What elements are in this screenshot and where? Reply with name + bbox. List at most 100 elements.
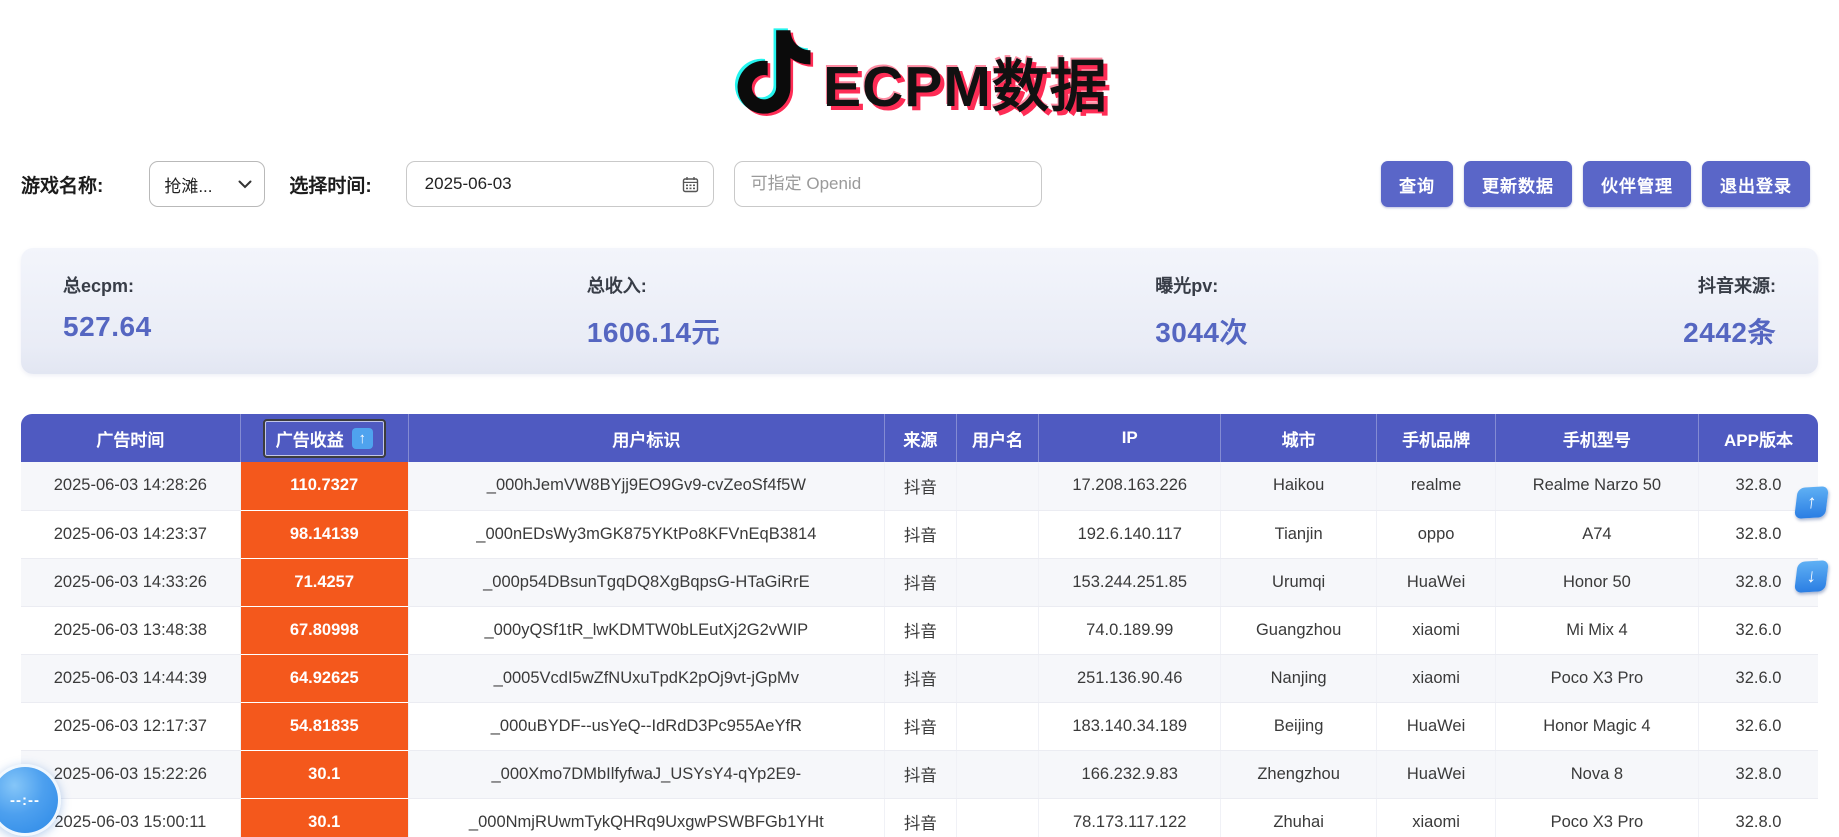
date-picker-input[interactable]: 2025-06-03 <box>406 161 714 207</box>
revenue-sort-button[interactable]: 广告收益 ↑ <box>263 419 386 458</box>
cell-model: Realme Narzo 50 <box>1495 462 1698 510</box>
cell-model: Poco X3 Pro <box>1495 798 1698 837</box>
cell-model: Honor Magic 4 <box>1495 702 1698 750</box>
cell-username <box>956 702 1039 750</box>
cell-revenue: 71.4257 <box>240 558 408 606</box>
cell-time: 2025-06-03 14:28:26 <box>21 462 240 510</box>
table-row: 2025-06-03 14:44:3964.92625_0005VcdI5wZf… <box>21 654 1818 702</box>
cell-openid: _000nEDsWy3mGK875YKtPo8KFVnEqB3814 <box>408 510 884 558</box>
stat-label: 曝光pv: <box>1155 272 1248 298</box>
cell-model: Mi Mix 4 <box>1495 606 1698 654</box>
cell-revenue: 98.14139 <box>240 510 408 558</box>
cell-brand: xiaomi <box>1377 606 1496 654</box>
cell-source: 抖音 <box>884 462 956 510</box>
scroll-up-button[interactable]: ↑ <box>1794 486 1829 519</box>
cell-city: Nanjing <box>1220 654 1376 702</box>
cell-username <box>956 798 1039 837</box>
game-select-value: 抢滩... <box>164 172 212 197</box>
partner-manage-button[interactable]: 伙伴管理 <box>1583 161 1691 207</box>
time-label: 选择时间: <box>289 171 371 198</box>
ecpm-table: 广告时间 广告收益 ↑ 用户标识 来源 用户名 IP 城市 手机品牌 手机型号 … <box>21 414 1818 837</box>
date-value: 2025-06-03 <box>425 174 512 194</box>
calendar-icon <box>682 176 699 193</box>
cell-city: Zhuhai <box>1220 798 1376 837</box>
openid-input[interactable] <box>734 161 1042 207</box>
cell-openid: _000Xmo7DMbIlfyfwaJ_USYsY4-qYp2E9- <box>408 750 884 798</box>
query-button[interactable]: 查询 <box>1381 161 1453 207</box>
stat-label: 总ecpm: <box>63 272 152 298</box>
page-header: ECPM数据 <box>0 0 1839 138</box>
col-header-brand: 手机品牌 <box>1377 414 1496 462</box>
stat-value: 3044次 <box>1155 311 1248 351</box>
cell-version: 32.6.0 <box>1698 654 1818 702</box>
cell-model: Honor 50 <box>1495 558 1698 606</box>
scroll-down-button[interactable]: ↓ <box>1794 560 1829 593</box>
cell-revenue: 67.80998 <box>240 606 408 654</box>
cell-model: Nova 8 <box>1495 750 1698 798</box>
logout-button[interactable]: 退出登录 <box>1702 161 1810 207</box>
cell-brand: HuaWei <box>1377 558 1496 606</box>
cell-model: Poco X3 Pro <box>1495 654 1698 702</box>
cell-time: 2025-06-03 14:23:37 <box>21 510 240 558</box>
cell-city: Zhengzhou <box>1220 750 1376 798</box>
sort-up-arrow-icon: ↑ <box>352 428 373 449</box>
cell-openid: _000NmjRUwmTykQHRq9UxgwPSWBFGb1YHt <box>408 798 884 837</box>
cell-revenue: 30.1 <box>240 798 408 837</box>
cell-ip: 17.208.163.226 <box>1039 462 1220 510</box>
cell-brand: xiaomi <box>1377 654 1496 702</box>
cell-city: Beijing <box>1220 702 1376 750</box>
cell-time: 2025-06-03 12:17:37 <box>21 702 240 750</box>
action-buttons: 查询 更新数据 伙伴管理 退出登录 <box>1381 161 1810 207</box>
cell-revenue: 64.92625 <box>240 654 408 702</box>
col-header-city: 城市 <box>1220 414 1376 462</box>
tiktok-note-icon <box>731 16 817 128</box>
cell-ip: 251.136.90.46 <box>1039 654 1220 702</box>
cell-city: Tianjin <box>1220 510 1376 558</box>
page-title: ECPM数据 <box>823 41 1108 123</box>
cell-brand: HuaWei <box>1377 750 1496 798</box>
cell-openid: _000yQSf1tR_lwKDMTW0bLEutXj2G2vWIP <box>408 606 884 654</box>
stat-total-ecpm: 总ecpm: 527.64 <box>63 272 152 374</box>
table-row: 2025-06-03 12:17:3754.81835_000uBYDF--us… <box>21 702 1818 750</box>
update-data-button[interactable]: 更新数据 <box>1464 161 1572 207</box>
cell-time: 2025-06-03 14:44:39 <box>21 654 240 702</box>
cell-city: Urumqi <box>1220 558 1376 606</box>
table-body: 2025-06-03 14:28:26110.7327_000hJemVW8BY… <box>21 462 1818 837</box>
cell-time: 2025-06-03 14:33:26 <box>21 558 240 606</box>
cell-revenue: 54.81835 <box>240 702 408 750</box>
chevron-down-icon <box>238 180 252 189</box>
cell-version: 32.6.0 <box>1698 702 1818 750</box>
revenue-sort-label: 广告收益 <box>276 426 344 451</box>
cell-username <box>956 510 1039 558</box>
cell-ip: 192.6.140.117 <box>1039 510 1220 558</box>
col-header-openid: 用户标识 <box>408 414 884 462</box>
cell-ip: 183.140.34.189 <box>1039 702 1220 750</box>
cell-source: 抖音 <box>884 510 956 558</box>
cell-model: A74 <box>1495 510 1698 558</box>
cell-city: Haikou <box>1220 462 1376 510</box>
col-header-source: 来源 <box>884 414 956 462</box>
table-row: 2025-06-03 15:00:1130.1_000NmjRUwmTykQHR… <box>21 798 1818 837</box>
cell-brand: xiaomi <box>1377 798 1496 837</box>
cell-ip: 78.173.117.122 <box>1039 798 1220 837</box>
table-row: 2025-06-03 13:48:3867.80998_000yQSf1tR_l… <box>21 606 1818 654</box>
cell-version: 32.8.0 <box>1698 798 1818 837</box>
cell-username <box>956 462 1039 510</box>
game-select[interactable]: 抢滩... <box>149 161 265 207</box>
cell-brand: oppo <box>1377 510 1496 558</box>
cell-brand: HuaWei <box>1377 702 1496 750</box>
stat-total-revenue: 总收入: 1606.14元 <box>587 272 720 374</box>
stat-value: 1606.14元 <box>587 311 720 351</box>
filter-bar: 游戏名称: 抢滩... 选择时间: 2025-06-03 查询 更新数据 伙伴管… <box>21 160 1810 208</box>
col-header-ip: IP <box>1039 414 1220 462</box>
cell-source: 抖音 <box>884 750 956 798</box>
cell-revenue: 30.1 <box>240 750 408 798</box>
cell-brand: realme <box>1377 462 1496 510</box>
game-name-label: 游戏名称: <box>21 171 103 198</box>
col-header-ad-revenue: 广告收益 ↑ <box>240 414 408 462</box>
table-row: 2025-06-03 15:22:2630.1_000Xmo7DMbIlfyfw… <box>21 750 1818 798</box>
cell-version: 32.8.0 <box>1698 750 1818 798</box>
cell-source: 抖音 <box>884 654 956 702</box>
cell-ip: 153.244.251.85 <box>1039 558 1220 606</box>
cell-source: 抖音 <box>884 558 956 606</box>
